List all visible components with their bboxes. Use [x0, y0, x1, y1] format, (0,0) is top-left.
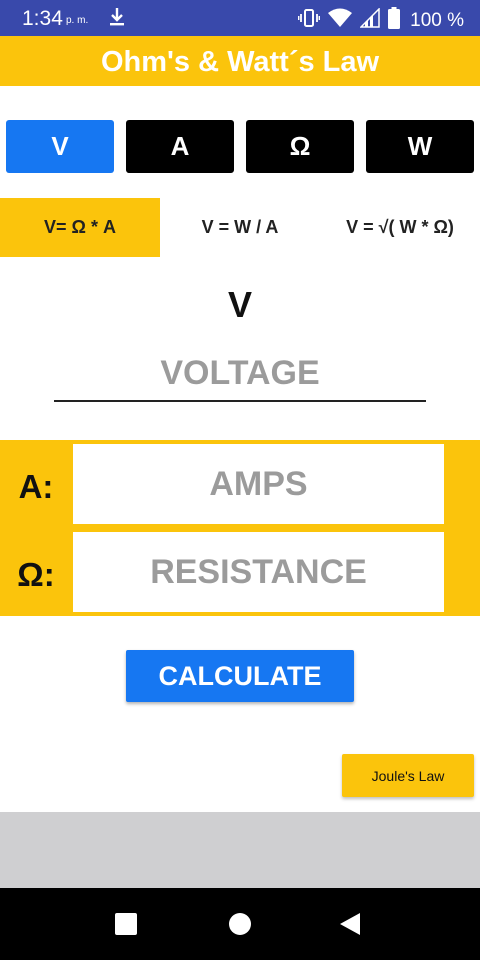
wifi-icon [328, 8, 353, 33]
recents-square-icon[interactable] [96, 888, 156, 960]
unit-tabs: V A Ω W [6, 120, 474, 173]
vibrate-icon [297, 8, 321, 33]
home-circle-icon[interactable] [210, 888, 270, 960]
signal-icon [359, 7, 380, 33]
app-title: Ohm's & Watt´s Law [0, 36, 480, 86]
status-time: 1:34 [22, 7, 63, 30]
formula-tabs: V= Ω * A V = W / A V = √( W * Ω) [0, 198, 480, 257]
tab-watts[interactable]: W [366, 120, 474, 173]
tab-formula-sqrt-watt-ohm[interactable]: V = √( W * Ω) [320, 198, 480, 257]
joules-law-button[interactable]: Joule's Law [342, 754, 474, 797]
input-panel: A: Ω: [0, 440, 480, 616]
tab-voltage[interactable]: V [6, 120, 114, 173]
back-triangle-icon[interactable] [320, 888, 380, 960]
tab-formula-ohm-amp[interactable]: V= Ω * A [0, 198, 160, 257]
navigation-bar [0, 888, 480, 960]
amps-field[interactable] [73, 444, 444, 524]
status-icons: 100 % [297, 7, 464, 34]
calculate-button[interactable]: CALCULATE [126, 650, 354, 702]
resistance-label: Ω: [17, 556, 55, 593]
download-icon [108, 6, 126, 33]
battery-percent: 100 % [410, 9, 464, 31]
voltage-field[interactable] [54, 346, 426, 402]
amps-label: A: [18, 468, 54, 505]
ad-area [0, 812, 480, 888]
resistance-field[interactable] [73, 532, 444, 612]
status-ampm: p. m. [66, 15, 89, 26]
status-bar: 1:34 p. m. 100 % [0, 0, 480, 36]
tab-amps[interactable]: A [126, 120, 234, 173]
tab-ohms[interactable]: Ω [246, 120, 354, 173]
tab-formula-watt-amp[interactable]: V = W / A [160, 198, 320, 257]
battery-icon [388, 7, 401, 34]
result-unit-label: V [227, 284, 252, 325]
